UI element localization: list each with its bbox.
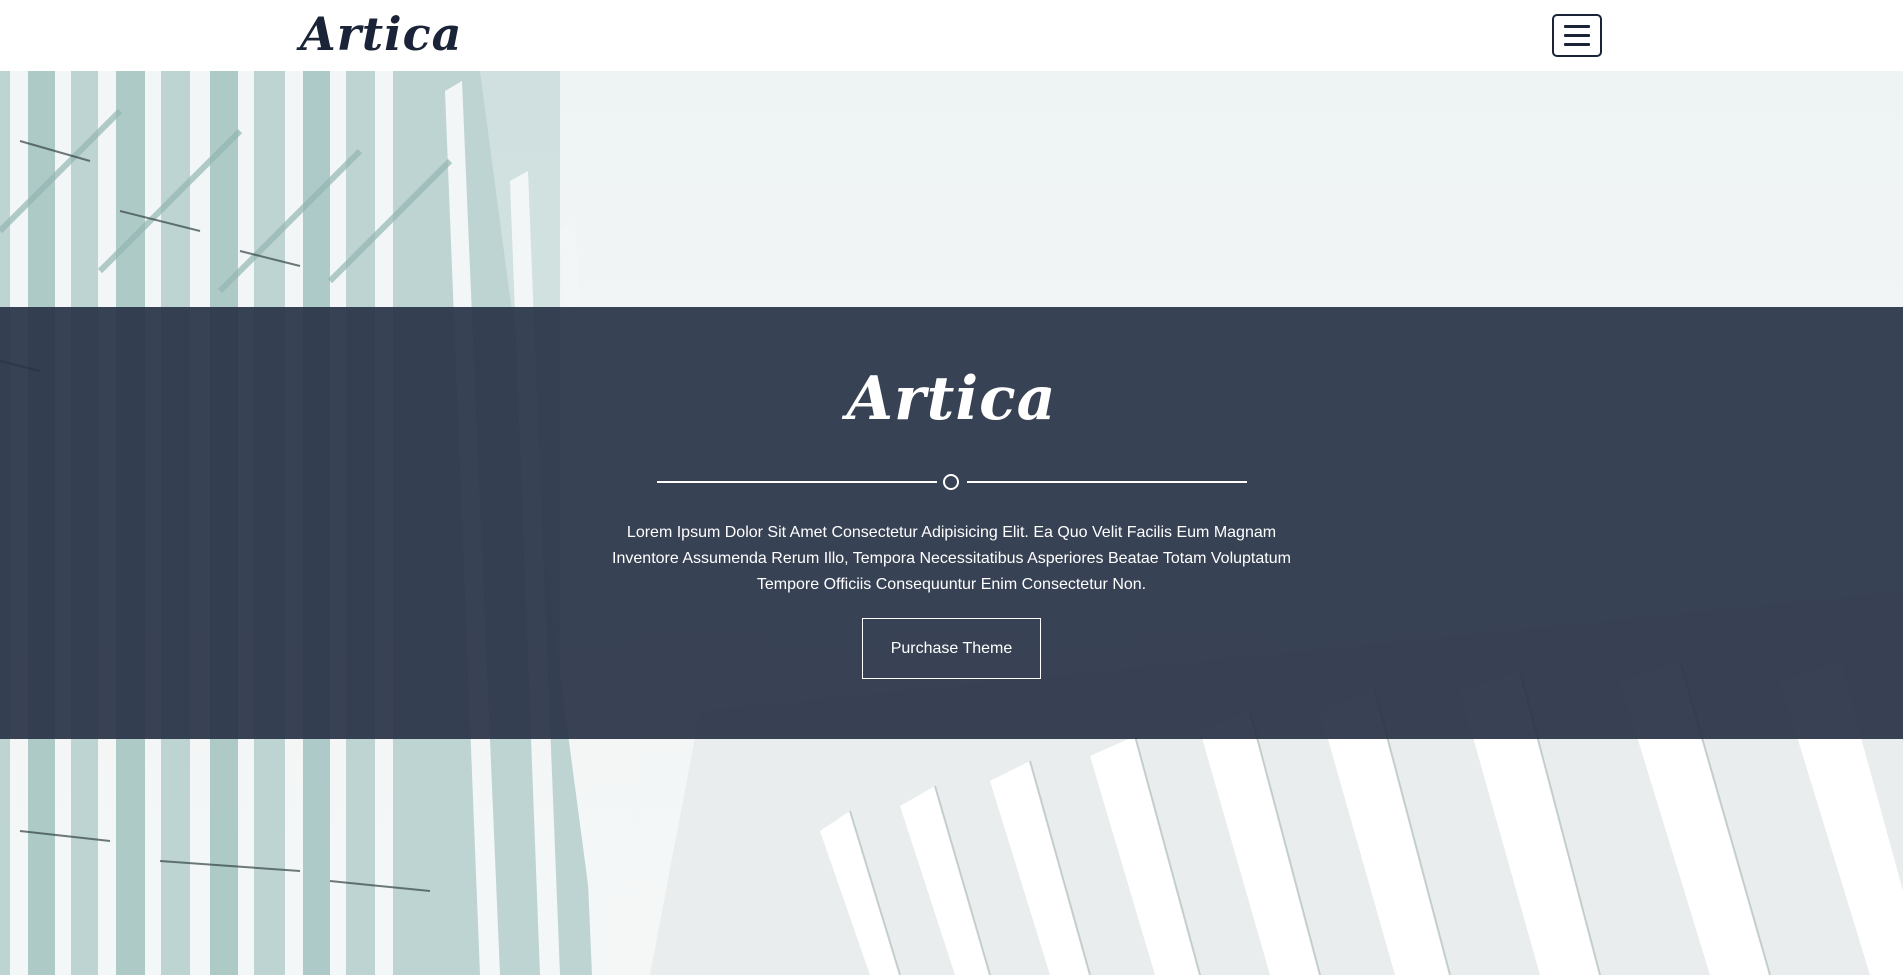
purchase-theme-button[interactable]: Purchase Theme bbox=[862, 618, 1041, 679]
brand-logo[interactable]: Artica bbox=[300, 2, 462, 66]
site-header: Artica bbox=[0, 0, 1903, 71]
divider-line-left bbox=[657, 481, 937, 483]
hamburger-menu-icon bbox=[1564, 43, 1590, 46]
hero-description: Lorem Ipsum Dolor Sit Amet Consectetur A… bbox=[612, 524, 1291, 593]
divider-line-right bbox=[967, 481, 1247, 483]
circle-divider-icon bbox=[943, 474, 959, 490]
menu-toggle-button[interactable] bbox=[1552, 14, 1602, 57]
hamburger-menu-icon bbox=[1564, 34, 1590, 37]
hamburger-menu-icon bbox=[1564, 25, 1590, 28]
hero-title: Artica bbox=[846, 364, 1057, 434]
